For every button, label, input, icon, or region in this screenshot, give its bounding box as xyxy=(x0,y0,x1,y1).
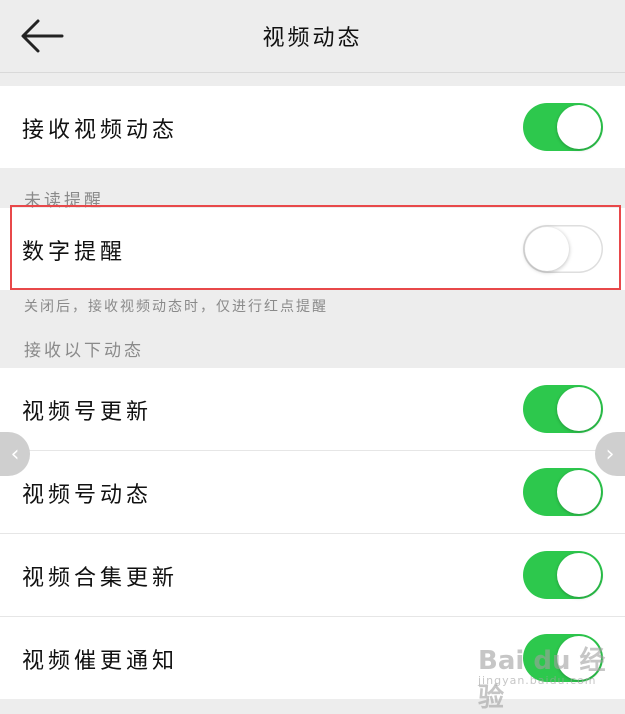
toggle-knob xyxy=(557,470,601,514)
receive-all-toggle[interactable] xyxy=(523,103,603,151)
toggle-knob xyxy=(557,553,601,597)
setting-row-channel-update: 视频号更新 xyxy=(0,368,625,451)
setting-label: 接收视频动态 xyxy=(22,118,179,143)
setting-row-receive-all: 接收视频动态 xyxy=(0,86,625,168)
toggle-knob xyxy=(557,387,601,431)
setting-label: 视频合集更新 xyxy=(22,566,179,591)
setting-row-collection-update: 视频合集更新 xyxy=(0,534,625,617)
channel-activity-toggle[interactable] xyxy=(523,468,603,516)
receive-all-group: 接收视频动态 xyxy=(0,86,625,168)
setting-label: 视频号动态 xyxy=(22,483,153,508)
nav-bar: 视频动态 xyxy=(0,0,625,73)
watermark-url: jingyan.baidu.com xyxy=(478,674,597,687)
page-title: 视频动态 xyxy=(262,26,363,51)
toggle-knob xyxy=(557,105,601,149)
highlight-box xyxy=(10,205,621,290)
chevron-right-icon: › xyxy=(605,441,615,467)
section-label-receive: 接收以下动态 xyxy=(24,341,144,361)
channel-update-toggle[interactable] xyxy=(523,385,603,433)
baidu-watermark: Bai du 经验 jingyan.baidu.com xyxy=(478,640,608,713)
chevron-left-icon: ‹ xyxy=(10,441,20,467)
collection-update-toggle[interactable] xyxy=(523,551,603,599)
hint-text: 关闭后，接收视频动态时，仅进行红点提醒 xyxy=(24,299,328,315)
setting-label: 视频催更通知 xyxy=(22,649,179,674)
setting-row-channel-activity: 视频号动态 xyxy=(0,451,625,534)
setting-label: 视频号更新 xyxy=(22,400,153,425)
